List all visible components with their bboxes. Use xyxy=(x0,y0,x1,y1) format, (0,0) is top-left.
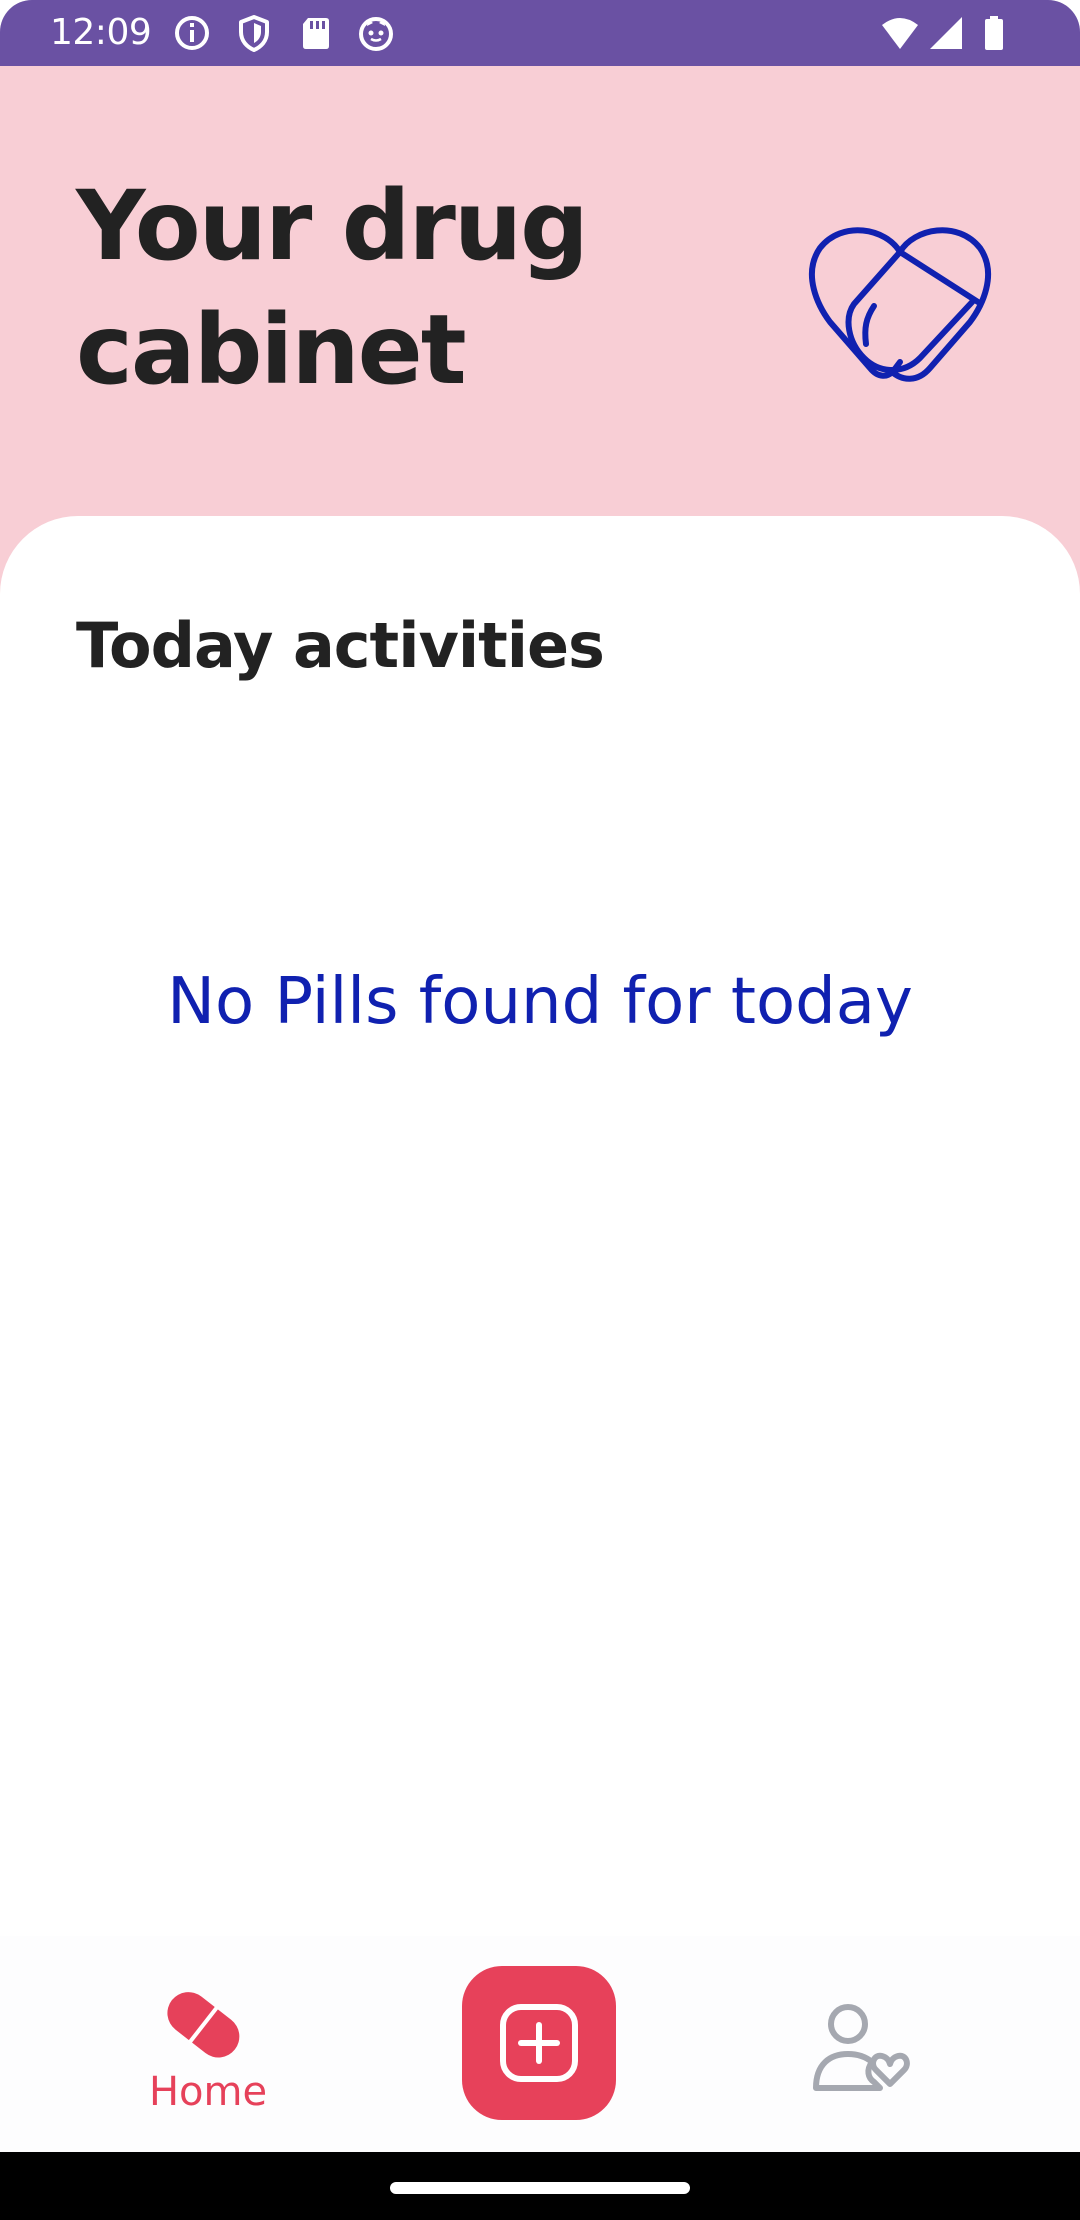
section-title: Today activities xyxy=(76,609,605,682)
page-title: Your drug cabinet xyxy=(76,170,589,406)
shield-icon xyxy=(239,15,269,52)
status-bar: 12:09 xyxy=(0,0,1080,66)
info-icon xyxy=(175,16,209,50)
heart-pill-icon xyxy=(808,227,992,382)
empty-state-message: No Pills found for today xyxy=(167,965,913,1039)
system-navigation-bar xyxy=(0,2152,1080,2220)
sd-card-icon xyxy=(303,18,329,49)
activities-card: Today activities No Pills found for toda… xyxy=(0,516,1080,1936)
home-indicator[interactable] xyxy=(390,2182,690,2194)
add-medication-button[interactable] xyxy=(462,1966,616,2120)
signal-icon xyxy=(930,17,962,49)
wifi-icon xyxy=(882,18,918,49)
pill-icon xyxy=(167,1992,240,2058)
nav-home-button[interactable]: Home xyxy=(118,1976,298,2126)
add-square-icon xyxy=(500,2004,578,2082)
user-heart-icon[interactable] xyxy=(810,1998,910,2098)
bottom-navigation: Home xyxy=(0,1936,1080,2152)
status-time: 12:09 xyxy=(50,12,152,53)
battery-icon xyxy=(985,16,1003,50)
cat-face-icon xyxy=(359,17,393,51)
nav-home-label: Home xyxy=(148,2069,268,2115)
